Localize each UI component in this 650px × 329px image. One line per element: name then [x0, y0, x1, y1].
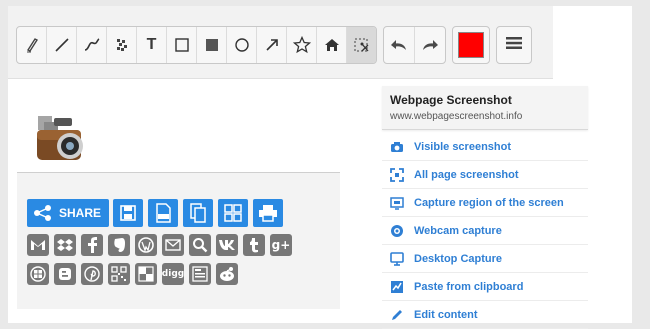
menu-item-label: Paste from clipboard: [414, 280, 524, 293]
color-picker-group: [452, 26, 490, 64]
digg-icon[interactable]: digg: [162, 263, 184, 285]
pinterest-icon[interactable]: [81, 263, 103, 285]
tool-row: T: [16, 26, 538, 64]
home-icon[interactable]: [317, 27, 347, 63]
editor-toolbar: T: [8, 6, 553, 79]
google-plus-icon[interactable]: g+: [270, 234, 292, 256]
history-group: [383, 26, 446, 64]
qr-code-icon[interactable]: [108, 263, 130, 285]
evernote-icon[interactable]: [108, 234, 130, 256]
menu-title: Webpage Screenshot: [390, 93, 512, 107]
star-icon[interactable]: [287, 27, 317, 63]
menu-item-webcam-capture[interactable]: Webcam capture: [382, 217, 588, 245]
menu-header: Webpage Screenshot www.webpagescreenshot…: [382, 86, 588, 130]
menu-item-label: Webcam capture: [414, 224, 502, 237]
menu-item-all-page-screenshot[interactable]: All page screenshot: [382, 161, 588, 189]
clipboard-icon: [390, 280, 404, 294]
share-services-row-2: digg: [27, 263, 243, 285]
wordpress-icon[interactable]: [135, 234, 157, 256]
blur-icon[interactable]: [107, 27, 137, 63]
facebook-icon[interactable]: [81, 234, 103, 256]
vk-icon[interactable]: [216, 234, 238, 256]
capture-menu: Webpage Screenshot www.webpagescreenshot…: [382, 86, 588, 329]
region-select-icon: [390, 196, 404, 210]
menu-item-label: Edit content: [414, 308, 478, 321]
drawing-tools-group: T: [16, 26, 377, 64]
curve-icon[interactable]: [77, 27, 107, 63]
share-services-row-1: g+: [27, 234, 297, 256]
rectangle-outline-icon[interactable]: [167, 27, 197, 63]
text-tool-button[interactable]: T: [137, 27, 167, 63]
search-icon[interactable]: [189, 234, 211, 256]
email-icon[interactable]: [162, 234, 184, 256]
pdf-icon[interactable]: [148, 199, 179, 227]
monitor-icon: [390, 251, 404, 266]
pencil-icon[interactable]: [17, 27, 47, 63]
menu-item-edit-content[interactable]: Edit content: [382, 301, 588, 329]
share-button[interactable]: SHARE: [27, 199, 110, 227]
dropbox-icon[interactable]: [54, 234, 76, 256]
blogger-icon[interactable]: [54, 263, 76, 285]
gallery-grid-icon[interactable]: [218, 199, 249, 227]
windows-icon[interactable]: [27, 263, 49, 285]
share-panel: SHARE g+ digg: [17, 172, 340, 309]
feed-icon[interactable]: [189, 263, 211, 285]
share-main-row: SHARE: [27, 199, 288, 227]
copy-icon[interactable]: [183, 199, 214, 227]
circle-icon[interactable]: [227, 27, 257, 63]
menu-item-label: Capture region of the screen: [414, 196, 564, 209]
app-logo: [24, 108, 94, 168]
gmail-icon[interactable]: [27, 234, 49, 256]
webcam-icon: [390, 224, 404, 238]
redo-icon[interactable]: [415, 27, 445, 63]
undo-icon[interactable]: [384, 27, 415, 63]
reddit-icon[interactable]: [216, 263, 238, 285]
rectangle-filled-icon[interactable]: [197, 27, 227, 63]
menu-item-label: All page screenshot: [414, 168, 519, 181]
menu-url: www.webpagescreenshot.info: [390, 111, 523, 122]
camera-icon: [390, 140, 404, 154]
menu-item-label: Desktop Capture: [414, 252, 503, 265]
menu-item-paste-clipboard[interactable]: Paste from clipboard: [382, 273, 588, 301]
line-icon[interactable]: [47, 27, 77, 63]
menu-item-desktop-capture[interactable]: Desktop Capture: [382, 245, 588, 273]
color-swatch[interactable]: [458, 32, 484, 58]
crop-icon[interactable]: [347, 27, 376, 63]
pencil-edit-icon: [390, 308, 404, 322]
expand-icon: [390, 167, 404, 182]
save-icon[interactable]: [113, 199, 144, 227]
menu-item-capture-region[interactable]: Capture region of the screen: [382, 189, 588, 217]
arrow-icon[interactable]: [257, 27, 287, 63]
camera-logo-icon: [37, 116, 83, 160]
hamburger-menu-icon[interactable]: [505, 36, 523, 55]
checkerboard-icon[interactable]: [135, 263, 157, 285]
menu-item-visible-screenshot[interactable]: Visible screenshot: [382, 133, 588, 161]
share-icon: [34, 205, 51, 221]
print-icon[interactable]: [253, 199, 284, 227]
menu-item-label: Visible screenshot: [414, 140, 512, 153]
tumblr-icon[interactable]: [243, 234, 265, 256]
share-label: SHARE: [59, 206, 102, 220]
menu-group: [496, 26, 532, 64]
